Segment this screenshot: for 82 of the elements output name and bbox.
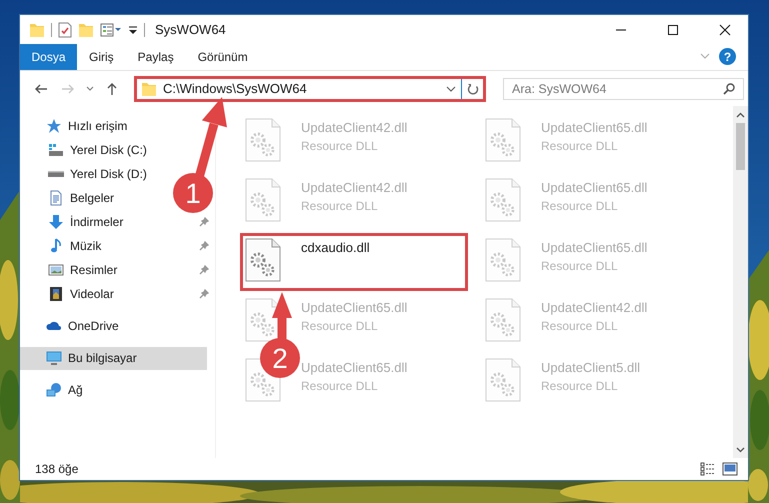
- file-name: UpdateClient42.dll: [541, 300, 648, 315]
- star-icon: [46, 118, 62, 134]
- dll-file-icon: [485, 298, 521, 342]
- nav-item[interactable]: Videolar: [20, 282, 118, 306]
- dll-file-icon: [485, 178, 521, 222]
- search-field[interactable]: Ara: SysWOW64: [503, 78, 744, 100]
- ribbon-tab[interactable]: Giriş: [77, 44, 126, 70]
- file-name: UpdateClient65.dll: [301, 360, 408, 375]
- network-icon: [46, 382, 62, 398]
- step-badge: 2: [260, 338, 300, 378]
- ribbon-tab[interactable]: Paylaş: [126, 44, 186, 70]
- close-icon[interactable]: [719, 24, 731, 36]
- file-type: Resource DLL: [301, 199, 379, 213]
- nav-item[interactable]: Hızlı erişim: [20, 114, 132, 138]
- dll-file-icon: [485, 358, 521, 402]
- down-arrow-icon: [48, 214, 64, 230]
- pin-icon[interactable]: [199, 265, 209, 275]
- file-name: UpdateClient42.dll: [301, 120, 408, 135]
- checklist-icon[interactable]: [58, 22, 72, 38]
- monitor-icon: [46, 350, 62, 366]
- file-tile[interactable]: cdxaudio.dll: [240, 233, 468, 291]
- file-type: Resource DLL: [541, 199, 619, 213]
- file-type: Resource DLL: [541, 139, 619, 153]
- pin-icon[interactable]: [199, 217, 209, 227]
- nav-item[interactable]: Bu bilgisayar: [20, 346, 207, 370]
- nav-item[interactable]: İndirmeler: [20, 210, 128, 234]
- dll-file-icon: [245, 238, 281, 282]
- nav-item[interactable]: Belgeler: [20, 186, 118, 210]
- file-type: Resource DLL: [541, 379, 619, 393]
- callout-arrow: [272, 292, 292, 342]
- help-button[interactable]: ?: [719, 48, 736, 65]
- drive-icon: [48, 142, 64, 158]
- details-view-icon[interactable]: [700, 462, 716, 476]
- file-type: Resource DLL: [541, 259, 619, 273]
- dll-file-icon: [245, 118, 281, 162]
- scroll-up-icon[interactable]: [736, 112, 745, 118]
- file-name: UpdateClient5.dll: [541, 360, 640, 375]
- file-type: Resource DLL: [301, 379, 379, 393]
- dll-file-icon: [485, 118, 521, 162]
- pin-icon[interactable]: [199, 289, 209, 299]
- file-name: UpdateClient42.dll: [301, 180, 408, 195]
- film-icon: [48, 286, 64, 302]
- file-name: UpdateClient65.dll: [541, 240, 648, 255]
- folder-icon: [141, 80, 157, 96]
- file-name: UpdateClient65.dll: [301, 300, 408, 315]
- file-name: UpdateClient65.dll: [541, 180, 648, 195]
- dll-file-icon: [245, 178, 281, 222]
- file-type: Resource DLL: [301, 319, 379, 333]
- scroll-down-icon[interactable]: [736, 446, 745, 452]
- file-type: Resource DLL: [301, 139, 379, 153]
- up-arrow-icon[interactable]: [106, 82, 118, 96]
- file-type: Resource DLL: [541, 319, 619, 333]
- nav-item[interactable]: OneDrive: [20, 314, 123, 338]
- nav-item[interactable]: Yerel Disk (C:): [20, 138, 151, 162]
- file-name: cdxaudio.dll: [301, 240, 370, 255]
- music-note-icon: [48, 238, 64, 254]
- nav-item[interactable]: Yerel Disk (D:): [20, 162, 151, 186]
- image-icon: [48, 262, 64, 278]
- nav-item[interactable]: Ağ: [20, 378, 87, 402]
- caret-icon[interactable]: [446, 84, 456, 92]
- ribbon-tab[interactable]: Dosya: [20, 44, 77, 70]
- pin-icon[interactable]: [199, 241, 209, 251]
- large-icons-view-icon[interactable]: [722, 462, 738, 476]
- ribbon-tab[interactable]: Görünüm: [186, 44, 260, 70]
- address-path: C:\Windows\SysWOW64: [163, 81, 307, 96]
- address-bar[interactable]: C:\Windows\SysWOW64: [134, 76, 486, 102]
- maximize-icon[interactable]: [667, 24, 679, 36]
- dll-file-icon: [485, 238, 521, 282]
- scroll-thumb[interactable]: [736, 123, 745, 170]
- drive-icon: [48, 171, 64, 177]
- properties-icon[interactable]: [100, 22, 122, 38]
- search-icon[interactable]: [723, 82, 735, 94]
- nav-item[interactable]: Müzik: [20, 234, 106, 258]
- back-arrow-icon[interactable]: [34, 82, 48, 94]
- nav-item[interactable]: Resimler: [20, 258, 122, 282]
- file-name: UpdateClient65.dll: [541, 120, 648, 135]
- caret-icon[interactable]: [86, 86, 94, 92]
- document-icon: [48, 190, 64, 206]
- item-count: 138 öğe: [35, 462, 80, 476]
- step-badge: 1: [173, 173, 213, 213]
- window-title: SysWOW64: [155, 22, 226, 37]
- refresh-icon[interactable]: [466, 82, 478, 94]
